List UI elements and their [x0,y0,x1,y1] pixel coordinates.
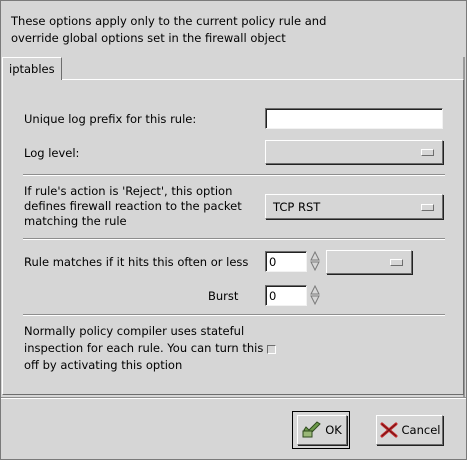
intro-text: These options apply only to the current … [11,14,327,45]
limit-unit-combo[interactable] [326,250,412,274]
reject-label: If rule's action is 'Reject', this optio… [24,184,242,228]
separator [23,174,445,176]
limit-value-input[interactable]: 0 [265,251,307,272]
burst-value: 0 [269,289,277,303]
log-prefix-label: Unique log prefix for this rule: [24,112,197,126]
burst-label: Burst [208,289,239,303]
limit-spinner[interactable] [310,251,320,271]
log-level-label: Log level: [24,146,80,160]
button-area-separator [1,397,466,399]
cancel-label: Cancel [401,423,441,437]
combo-arrow-icon [421,149,434,156]
limit-label: Rule matches if it hits this often or le… [24,255,249,269]
burst-value-input[interactable]: 0 [265,285,307,306]
log-prefix-input[interactable] [265,108,443,129]
separator [23,314,445,316]
ok-checkmark-icon [302,421,321,438]
cancel-x-icon [380,422,398,438]
stateless-checkbox[interactable] [267,345,276,354]
stateless-label: Normally policy compiler uses stateful i… [24,324,264,372]
burst-spinner[interactable] [310,285,320,305]
combo-arrow-icon [390,259,403,266]
ok-label: OK [325,423,342,437]
separator [23,238,445,240]
reject-action-value: TCP RST [273,200,321,214]
ok-button[interactable]: OK [297,415,347,445]
cancel-button[interactable]: Cancel [376,415,443,445]
options-dialog: These options apply only to the current … [0,0,467,460]
limit-value: 0 [269,255,277,269]
reject-action-combo[interactable]: TCP RST [265,194,443,219]
iptables-panel: Unique log prefix for this rule: Log lev… [2,79,464,395]
log-level-combo[interactable] [265,140,443,164]
combo-arrow-icon [421,203,434,211]
tab-iptables[interactable]: iptables [2,57,62,80]
